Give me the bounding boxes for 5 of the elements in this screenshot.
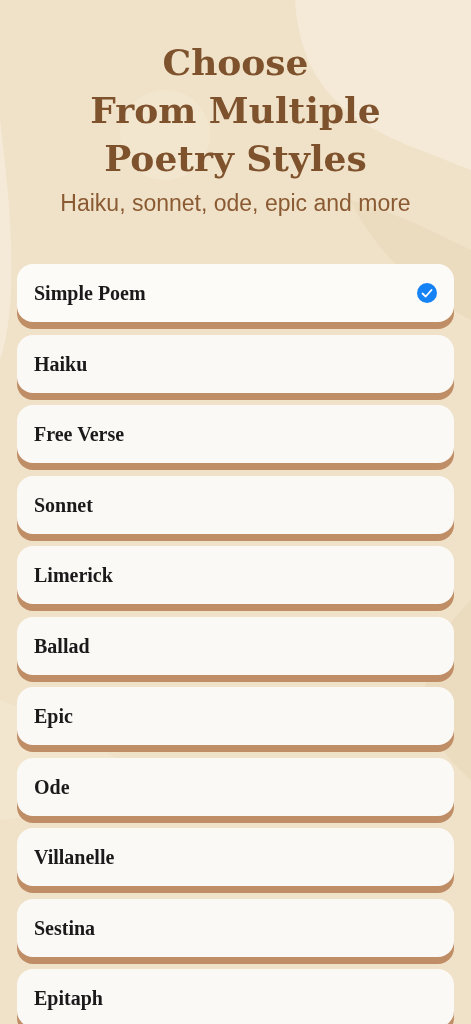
page-title: Poetry Styles: [104, 136, 367, 181]
page-title: Choose: [162, 40, 309, 85]
subtitle: Haiku, sonnet, ode, epic and more: [60, 189, 411, 218]
style-option[interactable]: Epitaph: [17, 969, 454, 1024]
page-title: From Multiple: [90, 88, 381, 133]
